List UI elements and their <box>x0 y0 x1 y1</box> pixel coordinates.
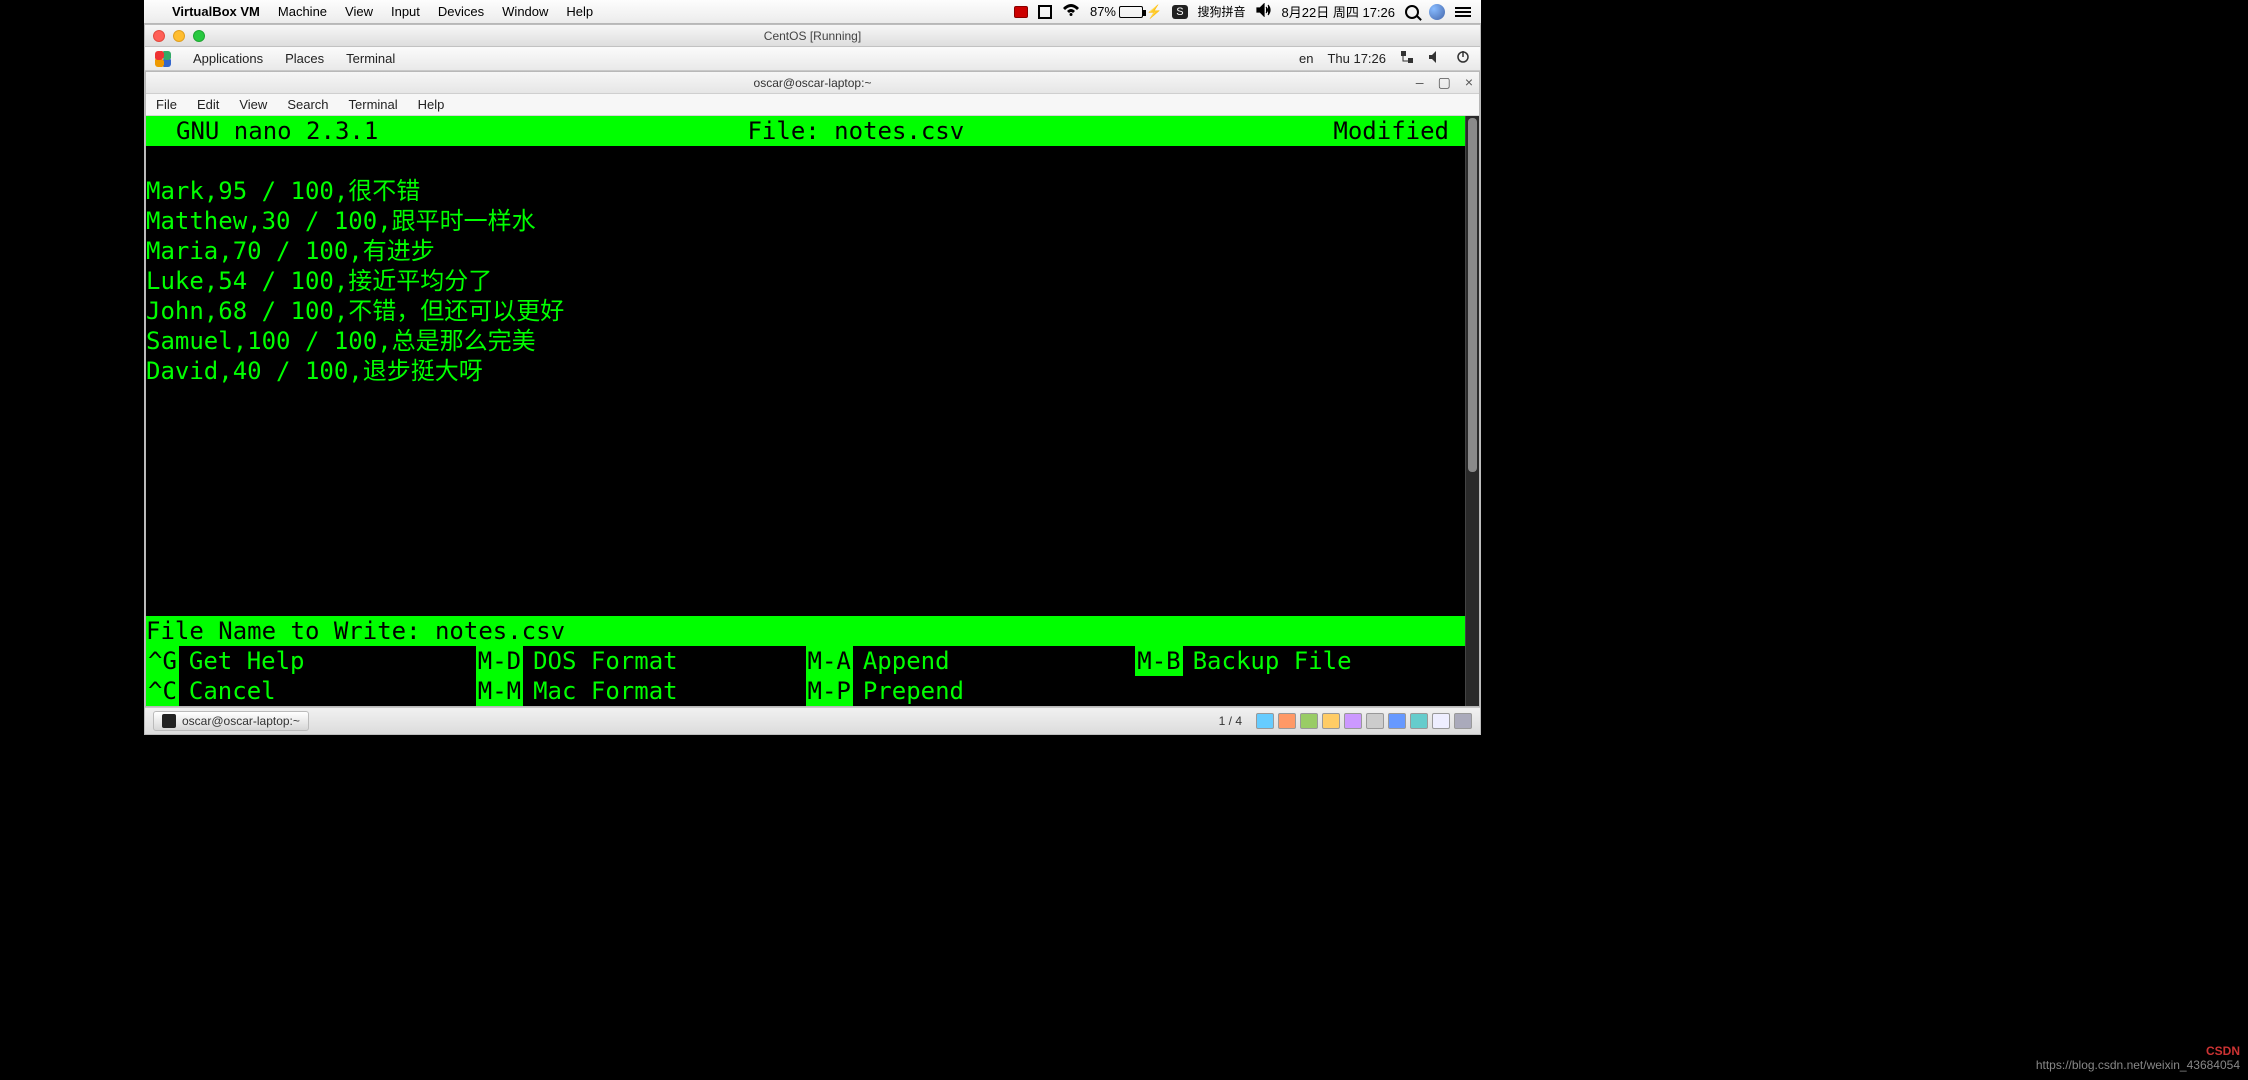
tray-icon[interactable] <box>1410 713 1428 729</box>
power-icon[interactable] <box>1456 50 1470 67</box>
close-icon[interactable] <box>153 30 165 42</box>
tray-icon[interactable] <box>1454 713 1472 729</box>
nano-modified: Modified <box>1333 116 1479 146</box>
gnome-places[interactable]: Places <box>285 51 324 66</box>
gnome-tray <box>1256 713 1472 729</box>
menu-help[interactable]: Help <box>566 4 593 19</box>
siri-icon[interactable] <box>1429 4 1445 20</box>
grid-icon[interactable] <box>1038 5 1052 19</box>
menu-input[interactable]: Input <box>391 4 420 19</box>
gnome-applications[interactable]: Applications <box>193 51 263 66</box>
shortcut-dos-format[interactable]: M-DDOS Format <box>476 646 806 676</box>
shortcut-cancel[interactable]: ^CCancel <box>146 676 476 706</box>
terminal-scrollbar[interactable] <box>1465 116 1479 706</box>
shortcut-prepend[interactable]: M-PPrepend <box>806 676 1136 706</box>
term-menu-help[interactable]: Help <box>418 97 445 112</box>
terminal-screen[interactable]: GNU nano 2.3.1 File: notes.csv Modified … <box>146 116 1479 706</box>
tray-icon[interactable] <box>1322 713 1340 729</box>
term-menu-view[interactable]: View <box>239 97 267 112</box>
term-menu-file[interactable]: File <box>156 97 177 112</box>
charging-icon: ⚡ <box>1146 4 1162 20</box>
app-name[interactable]: VirtualBox VM <box>172 4 260 19</box>
menu-devices[interactable]: Devices <box>438 4 484 19</box>
nano-app-title: GNU nano 2.3.1 <box>146 116 378 146</box>
shortcut-mac-format[interactable]: M-MMac Format <box>476 676 806 706</box>
nano-file-label: File: notes.csv <box>378 116 1333 146</box>
term-menu-edit[interactable]: Edit <box>197 97 219 112</box>
nano-content[interactable]: Mark,95 / 100,很不错 Matthew,30 / 100,跟平时一样… <box>146 176 1479 386</box>
gnome-taskbar: oscar@oscar-laptop:~ 1 / 4 <box>145 707 1480 734</box>
network-icon[interactable] <box>1400 50 1414 67</box>
nano-header: GNU nano 2.3.1 File: notes.csv Modified <box>146 116 1479 146</box>
gnome-clock[interactable]: Thu 17:26 <box>1327 51 1386 66</box>
tray-icon[interactable] <box>1388 713 1406 729</box>
record-icon[interactable] <box>1014 6 1028 18</box>
watermark-url: https://blog.csdn.net/weixin_43684054 <box>2036 1058 2240 1072</box>
workspace-indicator[interactable]: 1 / 4 <box>1213 712 1248 730</box>
terminal-menubar: File Edit View Search Terminal Help <box>146 94 1479 116</box>
minimize-button[interactable]: – <box>1416 74 1424 91</box>
vm-title: CentOS [Running] <box>145 29 1480 43</box>
tray-icon[interactable] <box>1344 713 1362 729</box>
scrollbar-thumb[interactable] <box>1468 118 1477 472</box>
gnome-activities-icon[interactable] <box>155 51 171 67</box>
shortcut-get-help[interactable]: ^GGet Help <box>146 646 476 676</box>
menu-window[interactable]: Window <box>502 4 548 19</box>
close-button[interactable]: × <box>1465 74 1473 91</box>
tray-icon[interactable] <box>1278 713 1296 729</box>
taskbar-terminal-button[interactable]: oscar@oscar-laptop:~ <box>153 711 309 731</box>
sogou-ime-icon[interactable]: S <box>1172 5 1187 19</box>
nano-prompt[interactable]: File Name to Write: notes.csv <box>146 616 1465 646</box>
ime-label[interactable]: 搜狗拼音 <box>1198 3 1246 20</box>
traffic-lights <box>153 30 205 42</box>
zoom-icon[interactable] <box>193 30 205 42</box>
term-menu-search[interactable]: Search <box>287 97 328 112</box>
tray-icon[interactable] <box>1366 713 1384 729</box>
watermark-logo: CSDN <box>2036 1044 2240 1058</box>
watermark: CSDN https://blog.csdn.net/weixin_436840… <box>2036 1044 2240 1072</box>
terminal-titlebar[interactable]: oscar@oscar-laptop:~ – ▢ × <box>146 72 1479 94</box>
tray-icon[interactable] <box>1256 713 1274 729</box>
shortcut-empty <box>1135 676 1465 706</box>
terminal-window: oscar@oscar-laptop:~ – ▢ × File Edit Vie… <box>145 71 1480 707</box>
tray-icon[interactable] <box>1432 713 1450 729</box>
battery-icon <box>1119 6 1143 18</box>
sound-icon[interactable] <box>1256 3 1272 20</box>
nano-shortcuts: ^GGet Help M-DDOS Format M-AAppend M-BBa… <box>146 646 1465 706</box>
battery-indicator[interactable]: 87% ⚡ <box>1090 4 1162 20</box>
gnome-terminal-menu[interactable]: Terminal <box>346 51 395 66</box>
vm-window: CentOS [Running] Applications Places Ter… <box>144 24 1481 735</box>
datetime[interactable]: 8月22日 周四 17:26 <box>1282 2 1395 21</box>
shortcut-backup-file[interactable]: M-BBackup File <box>1135 646 1465 676</box>
gnome-lang[interactable]: en <box>1299 51 1313 66</box>
notification-center-icon[interactable] <box>1455 7 1471 17</box>
nano-body[interactable]: Mark,95 / 100,很不错 Matthew,30 / 100,跟平时一样… <box>146 146 1479 386</box>
spotlight-icon[interactable] <box>1405 5 1419 19</box>
minimize-icon[interactable] <box>173 30 185 42</box>
tray-icon[interactable] <box>1300 713 1318 729</box>
vm-titlebar[interactable]: CentOS [Running] <box>145 25 1480 47</box>
term-menu-terminal[interactable]: Terminal <box>349 97 398 112</box>
menu-view[interactable]: View <box>345 4 373 19</box>
menu-machine[interactable]: Machine <box>278 4 327 19</box>
maximize-button[interactable]: ▢ <box>1438 74 1451 91</box>
terminal-title: oscar@oscar-laptop:~ <box>754 76 872 90</box>
battery-pct: 87% <box>1090 4 1116 19</box>
wifi-icon[interactable] <box>1062 3 1080 20</box>
macos-menubar: VirtualBox VM Machine View Input Devices… <box>144 0 1481 24</box>
shortcut-append[interactable]: M-AAppend <box>806 646 1136 676</box>
taskbar-task-label: oscar@oscar-laptop:~ <box>182 714 300 728</box>
volume-icon[interactable] <box>1428 50 1442 67</box>
terminal-icon <box>162 714 176 728</box>
gnome-panel: Applications Places Terminal en Thu 17:2… <box>145 47 1480 71</box>
